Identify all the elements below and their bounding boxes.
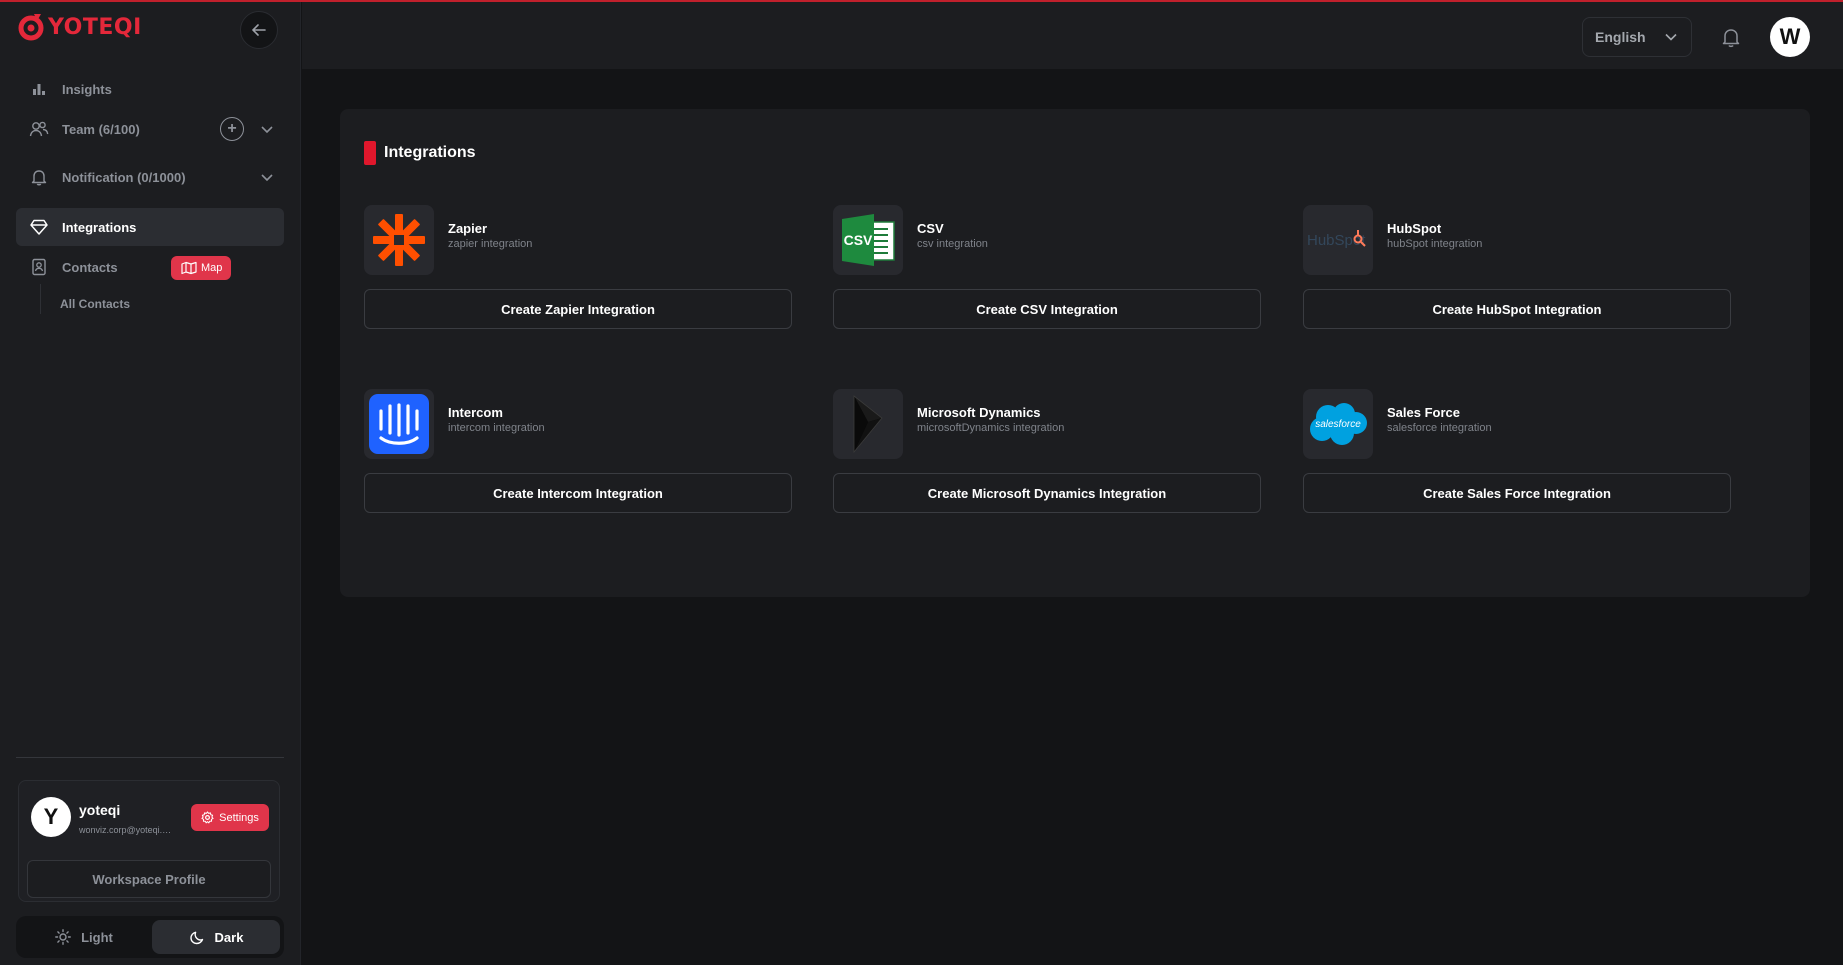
- profile-card: Y yoteqi wonviz.corp@yoteqi.com Settings…: [18, 780, 280, 902]
- settings-button[interactable]: Settings: [191, 804, 269, 831]
- create-csv-integration-button[interactable]: Create CSV Integration: [833, 289, 1261, 329]
- avatar[interactable]: Y: [31, 797, 71, 837]
- zapier-icon: [364, 205, 434, 275]
- integration-name: Zapier: [448, 221, 488, 236]
- theme-light-label: Light: [81, 929, 113, 945]
- chevron-down-icon: [1664, 33, 1677, 41]
- sidebar-item-insights[interactable]: Insights: [16, 70, 284, 108]
- notifications-bell-icon[interactable]: [1718, 24, 1744, 50]
- integrations-card: Integrations Zapier zapier integration C…: [340, 109, 1810, 597]
- workspace-profile-button[interactable]: Workspace Profile: [27, 860, 271, 898]
- app-logo[interactable]: YOTEQI: [16, 12, 142, 42]
- hubspot-icon: HubSpot: [1303, 205, 1373, 275]
- map-label: Map: [201, 262, 223, 274]
- sidebar-item-label: Notification (0/1000): [62, 169, 186, 185]
- svg-text:salesforce: salesforce: [1315, 419, 1361, 430]
- theme-dark-option[interactable]: Dark: [152, 920, 280, 954]
- integration-description: intercom integration: [448, 422, 545, 434]
- integration-description: hubSpot integration: [1387, 238, 1483, 250]
- integration-name: Intercom: [448, 405, 503, 420]
- integration-description: microsoftDynamics integration: [917, 422, 1065, 434]
- chevron-down-icon[interactable]: [260, 122, 274, 136]
- contacts-icon: [28, 256, 50, 278]
- title-accent: [364, 141, 376, 165]
- bar-chart-icon: [28, 78, 50, 100]
- language-value: English: [1595, 29, 1646, 45]
- create-zapier-integration-button[interactable]: Create Zapier Integration: [364, 289, 792, 329]
- sidebar-item-integrations[interactable]: Integrations: [16, 208, 284, 246]
- sun-icon: [55, 929, 72, 945]
- settings-label: Settings: [219, 811, 259, 824]
- sidebar-item-label: Integrations: [62, 219, 137, 235]
- sidebar-item-label: Team (6/100): [62, 121, 140, 137]
- microsoft-dynamics-icon: [833, 389, 903, 459]
- profile-name: yoteqi: [79, 802, 121, 818]
- integration-description: csv integration: [917, 238, 988, 250]
- sidebar: YOTEQI Insights Team (6/100) + Notificat…: [0, 2, 301, 965]
- integration-name: Microsoft Dynamics: [917, 405, 1041, 420]
- sidebar-item-notification[interactable]: Notification (0/1000): [16, 158, 284, 196]
- diamond-icon: [28, 216, 50, 238]
- sidebar-item-label: Insights: [62, 81, 112, 97]
- sidebar-item-label: Contacts: [62, 259, 118, 275]
- svg-text:CSV: CSV: [844, 232, 873, 248]
- integration-description: zapier integration: [448, 238, 533, 250]
- integration-name: CSV: [917, 221, 944, 236]
- submenu-divider: [40, 284, 41, 314]
- integration-name: Sales Force: [1387, 405, 1460, 420]
- page-title: Integrations: [364, 141, 476, 165]
- integration-name: HubSpot: [1387, 221, 1442, 236]
- arrow-left-icon: [252, 24, 266, 36]
- integration-description: salesforce integration: [1387, 422, 1492, 434]
- top-header: English W: [302, 2, 1843, 69]
- sidebar-divider: [16, 757, 284, 758]
- map-button[interactable]: Map: [171, 256, 232, 280]
- language-select[interactable]: English: [1582, 17, 1692, 57]
- team-icon: [28, 118, 50, 140]
- bell-icon: [28, 166, 50, 188]
- intercom-icon: [364, 389, 434, 459]
- create-salesforce-integration-button[interactable]: Create Sales Force Integration: [1303, 473, 1731, 513]
- map-icon: [181, 261, 197, 275]
- theme-dark-label: Dark: [214, 929, 244, 945]
- yoteqi-logo-icon: [18, 14, 44, 41]
- moon-icon: [189, 931, 203, 945]
- user-avatar[interactable]: W: [1770, 17, 1810, 57]
- add-team-member-button[interactable]: +: [220, 117, 244, 141]
- create-intercom-integration-button[interactable]: Create Intercom Integration: [364, 473, 792, 513]
- theme-light-option[interactable]: Light: [20, 920, 148, 954]
- salesforce-icon: salesforce: [1303, 389, 1373, 459]
- sidebar-item-contacts[interactable]: Contacts: [16, 248, 284, 286]
- chevron-down-icon[interactable]: [260, 170, 274, 184]
- page-title-text: Integrations: [384, 144, 476, 161]
- gear-icon: [201, 811, 214, 824]
- sidebar-subitem-all-contacts[interactable]: All Contacts: [60, 297, 130, 311]
- create-hubspot-integration-button[interactable]: Create HubSpot Integration: [1303, 289, 1731, 329]
- create-microsoft-dynamics-integration-button[interactable]: Create Microsoft Dynamics Integration: [833, 473, 1261, 513]
- theme-switch: Light Dark: [16, 916, 284, 958]
- sidebar-item-team[interactable]: Team (6/100) +: [16, 110, 284, 148]
- profile-email: wonviz.corp@yoteqi.com: [79, 825, 175, 835]
- csv-icon: CSV: [833, 205, 903, 275]
- collapse-sidebar-button[interactable]: [240, 11, 278, 49]
- logo-text: YOTEQI: [48, 14, 142, 40]
